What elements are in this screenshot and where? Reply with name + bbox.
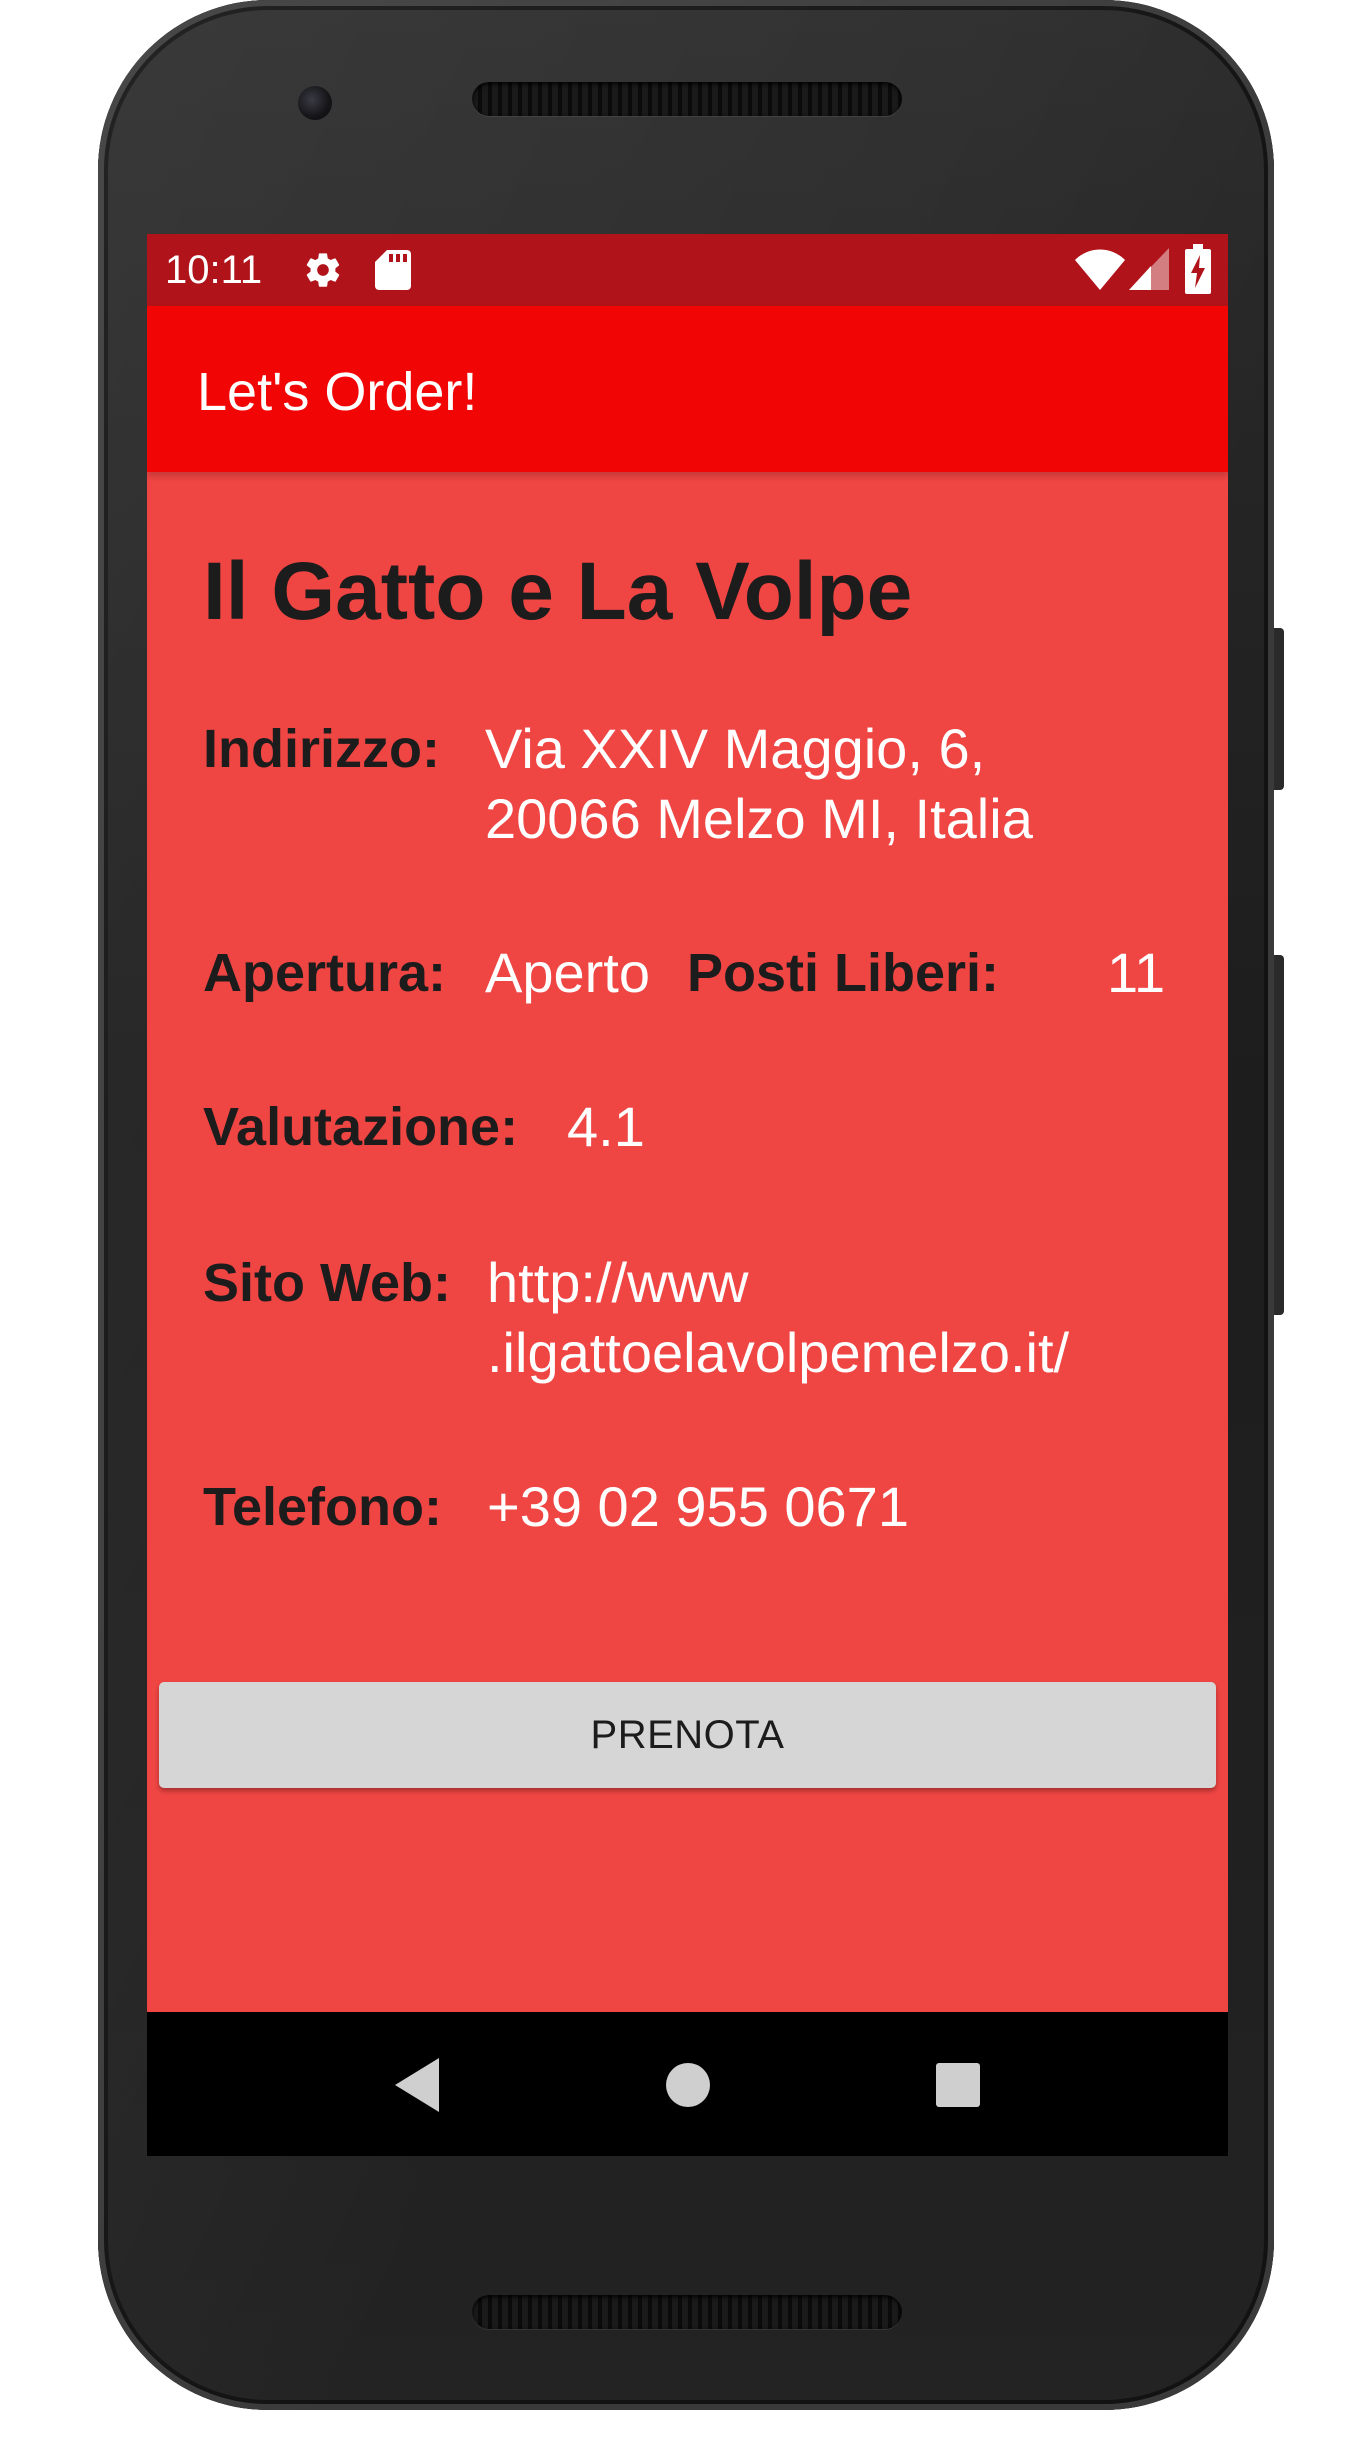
website-line-2[interactable]: .ilgattoelavolpemelzo.it/ [487,1318,1069,1388]
restaurant-name: Il Gatto e La Volpe [203,546,913,637]
address-line-1: Via XXIV Maggio, 6, [485,717,986,780]
front-camera [298,86,332,120]
screen: 10:11 Let's Order! Il Gatto e La Volpe I… [147,234,1228,2156]
app-bar: Let's Order! [147,306,1228,472]
sd-card-icon [375,250,411,290]
status-bar: 10:11 [147,234,1228,306]
restaurant-details: Il Gatto e La Volpe Indirizzo: Via XXIV … [147,472,1228,2012]
wifi-icon [1075,249,1125,290]
book-button[interactable]: PRENOTA [159,1682,1216,1788]
app-title: Let's Order! [197,362,478,422]
address-line-2: 20066 Melzo MI, Italia [485,787,1033,850]
website-label: Sito Web: [203,1253,451,1313]
navigation-bar [147,2012,1228,2156]
seats-value: 11 [1107,941,1166,1004]
phone-value[interactable]: +39 02 955 0671 [487,1472,909,1542]
phone-label: Telefono: [203,1477,442,1537]
gear-icon [306,253,340,287]
device-frame: 10:11 Let's Order! Il Gatto e La Volpe I… [0,0,1370,2446]
seats-label: Posti Liberi: [687,943,1000,1003]
back-icon[interactable] [381,2050,451,2120]
battery-charging-icon [1185,244,1211,294]
opening-value: Aperto [485,941,650,1004]
address-label: Indirizzo: [203,719,440,779]
recents-icon[interactable] [923,2050,993,2120]
home-icon[interactable] [653,2050,723,2120]
rating-label: Valutazione: [203,1097,519,1157]
opening-label: Apertura: [203,943,447,1003]
status-time: 10:11 [165,248,263,292]
top-speaker [472,82,902,116]
bottom-speaker [472,2295,902,2329]
website-line-1[interactable]: http://www [487,1248,748,1318]
rating-value: 4.1 [567,1095,645,1158]
signal-icon [1129,248,1169,290]
